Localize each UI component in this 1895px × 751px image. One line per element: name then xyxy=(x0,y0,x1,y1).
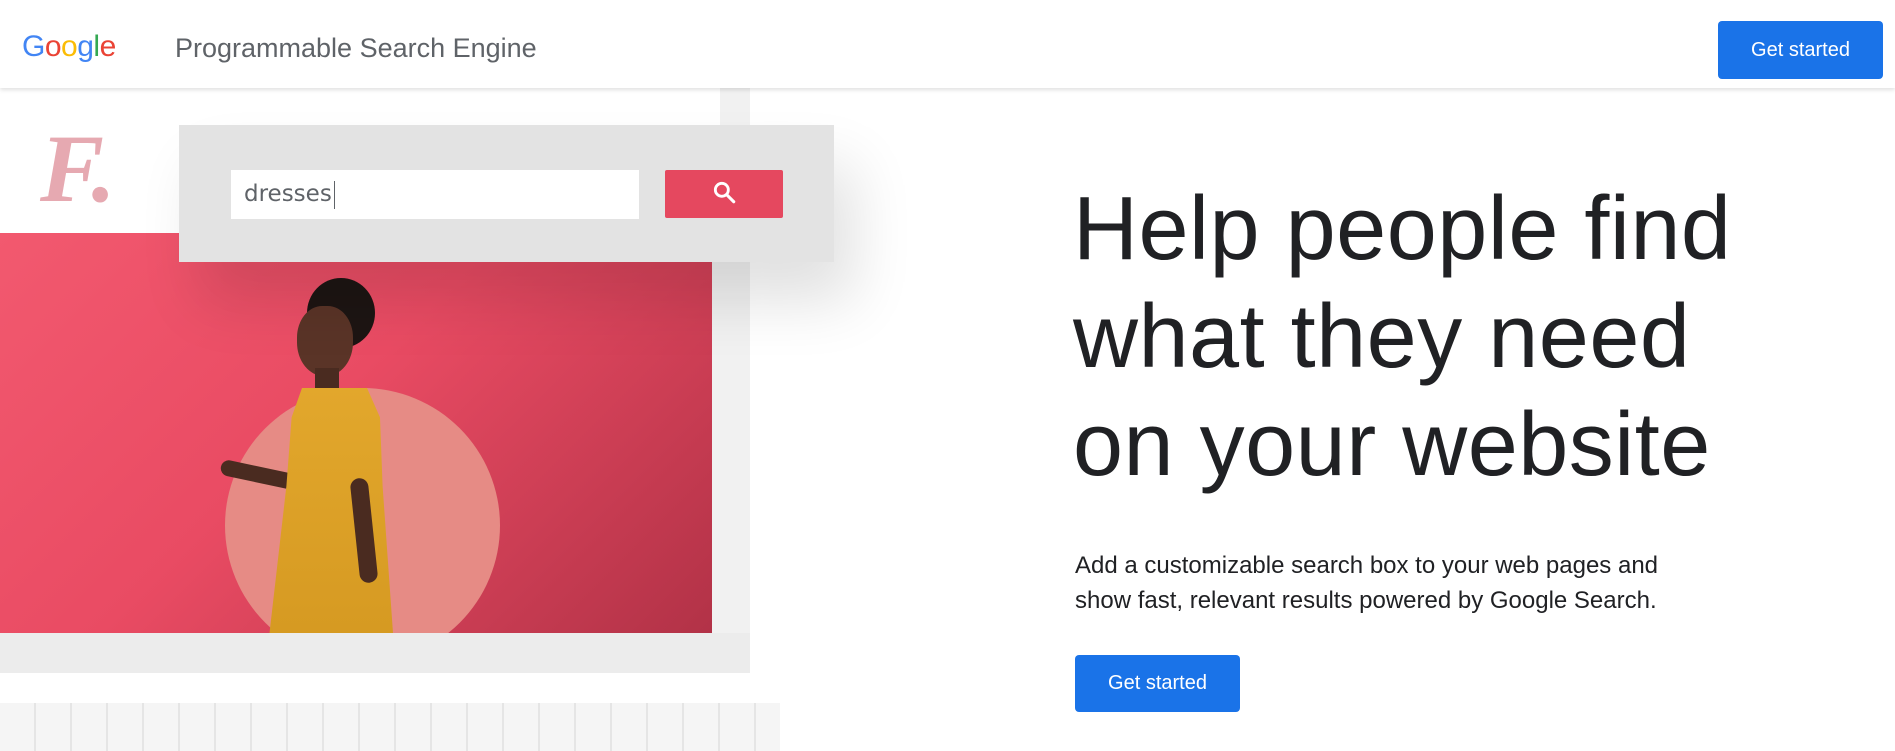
logo-letter: G xyxy=(22,30,45,63)
demo-search-input: dresses xyxy=(231,170,639,219)
hero-subtitle-line: Add a customizable search box to your we… xyxy=(1075,552,1659,579)
yellow-dress xyxy=(269,388,393,633)
search-icon xyxy=(711,179,737,210)
hero-get-started-button[interactable]: Get started xyxy=(1075,655,1240,712)
model-figure xyxy=(215,278,415,633)
laptop-keyboard xyxy=(0,703,780,751)
google-logo[interactable]: Google xyxy=(22,30,116,64)
header-get-started-button[interactable]: Get started xyxy=(1718,21,1883,79)
logo-letter: o xyxy=(61,30,78,63)
demo-search-button xyxy=(665,170,783,218)
hero-subtitle-line: show fast, relevant results powered by G… xyxy=(1075,587,1657,614)
hero-title-line: what they need xyxy=(1073,287,1691,387)
logo-letter: e xyxy=(99,30,117,63)
brand-mark-logo: F. xyxy=(40,115,116,222)
hero-subtitle: Add a customizable search box to your we… xyxy=(1075,548,1715,618)
laptop-bezel xyxy=(0,633,750,673)
hero-title: Help people find what they need on your … xyxy=(1073,175,1793,499)
logo-letter: g xyxy=(77,30,94,63)
hero-title-line: on your website xyxy=(1073,395,1711,495)
text-caret xyxy=(333,180,335,209)
search-query: dresses xyxy=(244,181,332,207)
hero-title-line: Help people find xyxy=(1073,179,1732,279)
top-header: Google Programmable Search Engine Get st… xyxy=(0,0,1895,88)
logo-letter: o xyxy=(44,30,62,63)
demo-search-box: dresses xyxy=(179,125,834,262)
product-name[interactable]: Programmable Search Engine xyxy=(175,33,537,64)
